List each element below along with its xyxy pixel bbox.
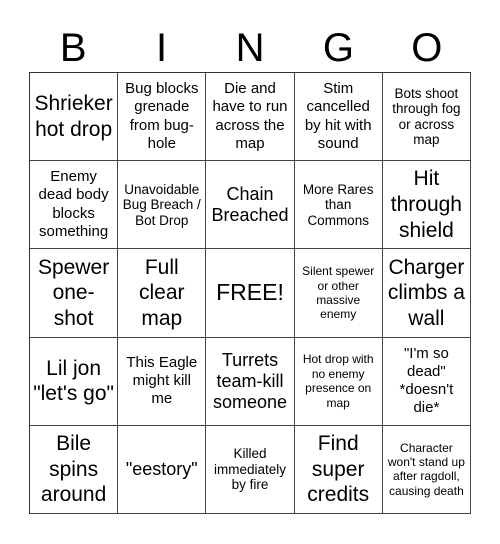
header-letter-o: O (411, 26, 443, 70)
bingo-cell[interactable]: "eestory" (118, 425, 207, 514)
bingo-cell[interactable]: Unavoidable Bug Breach / Bot Drop (118, 161, 207, 250)
bingo-cell[interactable]: "I'm so dead" *doesn't die* (382, 337, 471, 426)
bingo-cell[interactable]: Hot drop with no enemy presence on map (294, 337, 383, 426)
bingo-cell[interactable]: Die and have to run across the map (206, 73, 295, 162)
bingo-cell[interactable]: Charger climbs a wall (382, 249, 471, 338)
bingo-cell[interactable]: Hit through shield (382, 161, 471, 250)
bingo-cell[interactable]: Stim cancelled by hit with sound (294, 73, 383, 162)
header-letter-b: B (59, 26, 87, 70)
bingo-cell[interactable]: Silent spewer or other massive enemy (294, 249, 383, 338)
bingo-cell[interactable]: This Eagle might kill me (118, 337, 207, 426)
bingo-cell[interactable]: Turrets team-kill someone (206, 337, 295, 426)
bingo-cell[interactable]: Enemy dead body blocks something (30, 161, 119, 250)
bingo-cell[interactable]: Shrieker hot drop (30, 73, 119, 162)
bingo-cell[interactable]: Chain Breached (206, 161, 295, 250)
bingo-cell[interactable]: Spewer one-shot (30, 249, 119, 338)
bingo-cell[interactable]: Find super credits (294, 425, 383, 514)
bingo-cell[interactable]: Bug blocks grenade from bug-hole (118, 73, 207, 162)
bingo-cell[interactable]: Killed immediately by fire (206, 425, 295, 514)
bingo-cell[interactable]: Character won't stand up after ragdoll, … (382, 425, 471, 514)
bingo-grid: Shrieker hot drop Bug blocks grenade fro… (29, 72, 471, 514)
free-space-cell[interactable]: FREE! (206, 249, 295, 338)
bingo-cell[interactable]: Lil jon "let's go" (30, 337, 119, 426)
bingo-cell[interactable]: Bots shoot through fog or across map (382, 73, 471, 162)
header-letter-g: G (322, 26, 354, 70)
header-letter-n: N (235, 26, 265, 70)
bingo-cell[interactable]: More Rares than Commons (294, 161, 383, 250)
bingo-cell[interactable]: Full clear map (118, 249, 207, 338)
bingo-cell[interactable]: Bile spins around (30, 425, 119, 514)
bingo-header: B I N G O (29, 24, 471, 72)
header-letter-i: I (156, 26, 168, 70)
